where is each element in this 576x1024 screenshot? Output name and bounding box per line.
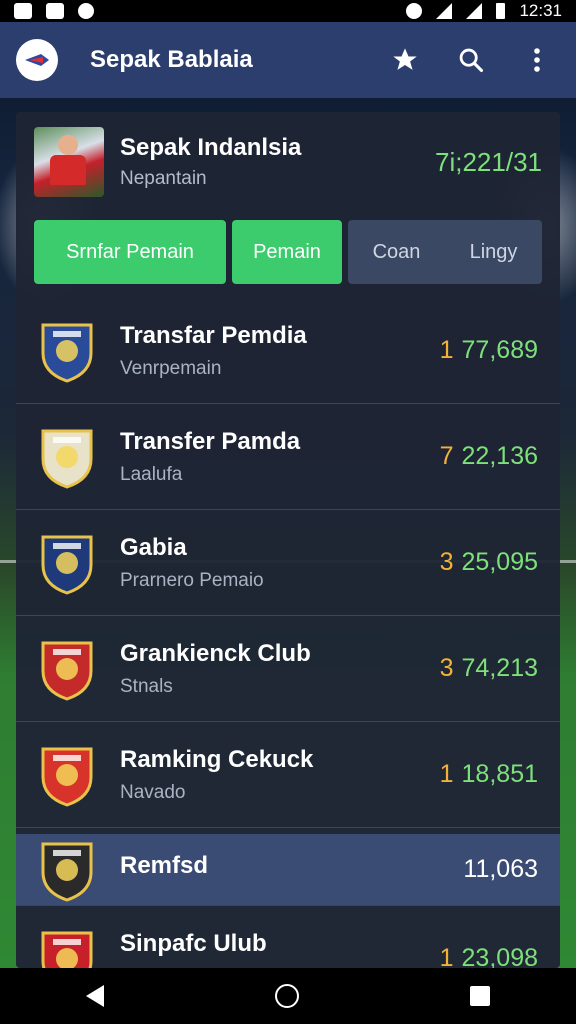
navigation-bar bbox=[0, 968, 576, 1024]
header-title: Sepak Indanlsia bbox=[120, 134, 302, 161]
list-item[interactable]: Gabia Prarnero Pemaio 3 25,095 bbox=[16, 510, 560, 616]
player-photo bbox=[34, 127, 104, 197]
club-subtitle: Stnals bbox=[120, 675, 173, 697]
club-name: Remfsd bbox=[120, 851, 209, 879]
club-name: Sinpafc Ulub bbox=[120, 929, 267, 957]
club-subtitle: Venrpemain bbox=[120, 357, 222, 379]
more-vert-icon[interactable] bbox=[522, 45, 552, 75]
battery-icon bbox=[496, 3, 506, 19]
tab-bar: Srnfar Pemain Pemain Coan Lingy bbox=[16, 220, 560, 284]
stat-value: 23,098 bbox=[461, 944, 538, 968]
stat-value: 18,851 bbox=[461, 760, 538, 788]
club-stat: 1 18,851 bbox=[440, 760, 538, 789]
club-crest-icon bbox=[38, 318, 96, 384]
club-stat: 7 22,136 bbox=[440, 442, 538, 471]
featured-header[interactable]: Sepak Indanlsia Nepantain 7i;221/31 bbox=[16, 112, 560, 212]
rank-number: 1 bbox=[439, 336, 454, 364]
club-crest-icon bbox=[38, 530, 96, 596]
status-bar: 12:31 bbox=[0, 0, 576, 22]
wifi-icon bbox=[436, 3, 453, 19]
status-time: 12:31 bbox=[519, 1, 562, 20]
rank-number: 1 bbox=[439, 944, 454, 968]
list-item[interactable]: Grankienck Club Stnals 3 74,213 bbox=[16, 616, 560, 722]
club-crest-icon bbox=[38, 837, 96, 903]
club-name: Grankienck Club bbox=[120, 639, 311, 667]
back-icon[interactable] bbox=[85, 985, 104, 1007]
header-score: 7i;221/31 bbox=[435, 146, 542, 177]
tab-coan-lingy[interactable]: Coan Lingy bbox=[348, 220, 542, 284]
club-stat: 11,063 bbox=[463, 855, 538, 884]
list-item[interactable]: Sinpafc UlubOemchain123,098 bbox=[16, 906, 560, 968]
list-item[interactable]: Transfer Pamda Laalufa 7 22,136 bbox=[16, 404, 560, 510]
club-subtitle: Navado bbox=[120, 781, 186, 803]
club-stat: 1 77,689 bbox=[440, 336, 538, 365]
logo-icon[interactable] bbox=[16, 39, 58, 81]
club-name: Ramking Cekuck bbox=[120, 745, 314, 773]
star-icon[interactable] bbox=[390, 45, 420, 75]
settings-icon bbox=[406, 3, 423, 19]
app-title: Sepak Bablaia bbox=[90, 46, 253, 73]
list-item[interactable]: Remfsd 11,063 bbox=[16, 834, 560, 906]
club-stat: 1 23,098 bbox=[440, 944, 538, 968]
club-subtitle: Prarnero Pemaio bbox=[120, 569, 264, 591]
tab-pemain[interactable]: Pemain bbox=[232, 220, 342, 284]
app-bar: Sepak Bablaia bbox=[0, 22, 576, 98]
club-subtitle: Laalufa bbox=[120, 463, 183, 485]
club-name: Transfer Pamda bbox=[120, 427, 301, 455]
alert-icon bbox=[78, 3, 94, 19]
gallery-icon bbox=[46, 3, 64, 19]
club-list: Transfar Pemdia Venrpemain 1 77,689 Transfer… bbox=[16, 298, 560, 968]
club-crest-icon bbox=[38, 636, 96, 702]
rank-number: 1 bbox=[439, 760, 454, 788]
stat-value: 11,063 bbox=[463, 855, 538, 883]
stat-value: 22,136 bbox=[461, 442, 538, 470]
header-subtitle: Nepantain bbox=[120, 168, 207, 189]
club-crest-icon bbox=[38, 424, 96, 490]
club-crest-icon bbox=[38, 742, 96, 808]
tab-label: Coan bbox=[372, 240, 421, 263]
tab-label: Pemain bbox=[253, 240, 321, 263]
club-name: Transfar Pemdia bbox=[120, 321, 307, 349]
recent-apps-icon[interactable] bbox=[470, 986, 491, 1006]
stat-value: 25,095 bbox=[461, 548, 538, 576]
stat-value: 74,213 bbox=[461, 654, 538, 682]
ranking-panel: Sepak Indanlsia Nepantain 7i;221/31 Srnf… bbox=[16, 112, 560, 968]
rank-number: 7 bbox=[439, 442, 454, 470]
stat-value: 77,689 bbox=[461, 336, 538, 364]
search-icon[interactable] bbox=[456, 45, 486, 75]
signal-icon bbox=[466, 3, 483, 19]
list-item[interactable]: Ramking Cekuck Navado 1 18,851 bbox=[16, 722, 560, 828]
list-item[interactable]: Transfar Pemdia Venrpemain 1 77,689 bbox=[16, 298, 560, 404]
club-name: Gabia bbox=[120, 533, 187, 561]
tab-srnfar-pemain[interactable]: Srnfar Pemain bbox=[34, 220, 226, 284]
tab-label-secondary: Lingy bbox=[469, 240, 518, 263]
rank-number: 3 bbox=[439, 548, 454, 576]
club-stat: 3 25,095 bbox=[440, 548, 538, 577]
club-crest-icon bbox=[38, 926, 96, 968]
rank-number: 3 bbox=[439, 654, 454, 682]
club-stat: 3 74,213 bbox=[440, 654, 538, 683]
tab-label: Srnfar Pemain bbox=[66, 240, 194, 263]
notification-icon bbox=[14, 3, 32, 19]
home-icon[interactable] bbox=[274, 984, 299, 1008]
